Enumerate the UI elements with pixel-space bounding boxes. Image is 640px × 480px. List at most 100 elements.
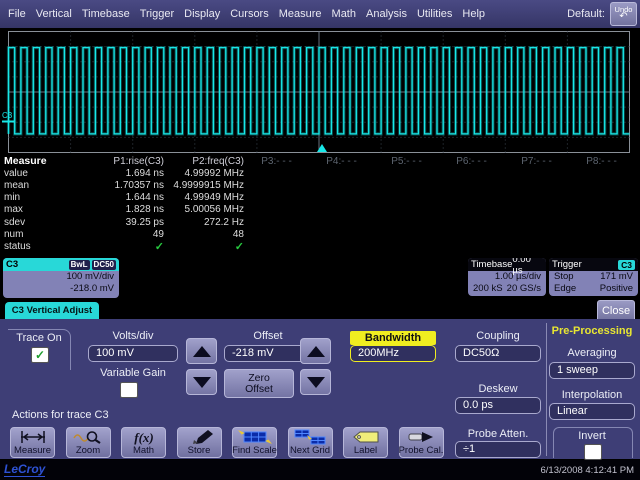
volts-div-label: Volts/div bbox=[88, 330, 178, 342]
deskew-field[interactable]: 0.0 ps bbox=[455, 397, 541, 414]
measure-row-min: min1.644 ns4.99949 MHz bbox=[4, 192, 636, 204]
probe-atten-field[interactable]: ÷1 bbox=[455, 441, 541, 458]
zoom-icon bbox=[73, 430, 103, 445]
menu-item-math[interactable]: Math bbox=[332, 8, 356, 20]
menu-item-help[interactable]: Help bbox=[462, 8, 485, 20]
menu-item-utilities[interactable]: Utilities bbox=[417, 8, 452, 20]
toolbar-button-math[interactable]: f(x)Math bbox=[121, 427, 166, 458]
toolbar-button-label[interactable]: Label bbox=[343, 427, 388, 458]
c3-trace[interactable] bbox=[9, 48, 630, 134]
measure-col-p2-header[interactable]: P2:freq(C3) bbox=[164, 156, 244, 167]
measure-row-label: max bbox=[4, 204, 60, 215]
toolbar-button-next-grid[interactable]: Next Grid bbox=[288, 427, 333, 458]
menu-item-analysis[interactable]: Analysis bbox=[366, 8, 407, 20]
menu-item-cursors[interactable]: Cursors bbox=[230, 8, 269, 20]
trace-on-label: Trace On bbox=[10, 332, 68, 344]
measure-col-p4-header[interactable]: P4:- - - bbox=[309, 156, 374, 167]
channel-name: C3 bbox=[6, 259, 18, 270]
toolbar-button-store[interactable]: Store bbox=[177, 427, 222, 458]
undo-icon: ↶ bbox=[619, 12, 627, 22]
svg-text:f(x): f(x) bbox=[134, 430, 154, 445]
tab-c3-vertical-adjust[interactable]: C3 Vertical Adjust bbox=[5, 302, 99, 319]
measure-row-label: min bbox=[4, 192, 60, 203]
variable-gain-checkbox[interactable] bbox=[120, 382, 138, 398]
channel-zero-marker-label: C3 bbox=[2, 111, 13, 120]
measure-p1-mean: 1.70357 ns bbox=[60, 180, 164, 191]
averaging-label: Averaging bbox=[549, 347, 635, 359]
volts-div-field[interactable]: 100 mV bbox=[88, 345, 178, 362]
volts-div-increase-button[interactable] bbox=[186, 338, 217, 364]
menu-item-display[interactable]: Display bbox=[184, 8, 220, 20]
menu-item-vertical[interactable]: Vertical bbox=[36, 8, 72, 20]
label-icon bbox=[351, 430, 381, 445]
waveform-display[interactable]: C3 bbox=[0, 28, 640, 155]
waveform-grid[interactable]: C3 bbox=[0, 28, 640, 155]
status-bar: LeCroy 6/13/2008 4:12:41 PM bbox=[0, 460, 640, 480]
up-arrow-icon bbox=[307, 346, 325, 357]
channel-c3-box[interactable]: C3 BwL DC50 100 mV/div -218.0 mV bbox=[3, 258, 119, 298]
trace-on-checkbox[interactable]: ✓ bbox=[31, 347, 49, 363]
probe-cal-icon bbox=[406, 430, 436, 445]
measure-col-p3-header[interactable]: P3:- - - bbox=[244, 156, 309, 167]
channel-volts-div: 100 mV/div bbox=[3, 271, 119, 283]
volts-div-decrease-button[interactable] bbox=[186, 369, 217, 395]
menu-item-file[interactable]: File bbox=[8, 8, 26, 20]
toolbar-button-label: Probe Cal. bbox=[399, 445, 444, 456]
measure-col-p6-header[interactable]: P6:- - - bbox=[439, 156, 504, 167]
next-grid-icon bbox=[292, 430, 328, 445]
bandwidth-limit-badge: BwL bbox=[69, 260, 90, 270]
probe-atten-label: Probe Atten. bbox=[455, 428, 541, 440]
menu-items: File Vertical Timebase Trigger Display Cursor… bbox=[0, 8, 485, 20]
measure-col-p5-header[interactable]: P5:- - - bbox=[374, 156, 439, 167]
toolbar-button-find-scale[interactable]: Find Scale bbox=[232, 427, 277, 458]
measure-row-sdev: sdev39.25 ps272.2 Hz bbox=[4, 216, 636, 228]
store-icon bbox=[184, 430, 214, 445]
measure-p1-num: 49 bbox=[60, 229, 164, 240]
timebase-box[interactable]: Timebase 0.00 µs 1.00 µs/div 200 kS20 GS… bbox=[468, 258, 546, 296]
measure-col-p1-header[interactable]: P1:rise(C3) bbox=[60, 156, 164, 167]
interpolation-label: Interpolation bbox=[549, 389, 635, 401]
timebase-header: Timebase 0.00 µs bbox=[468, 258, 546, 271]
toolbar-button-label: Next Grid bbox=[290, 445, 330, 456]
undo-button[interactable]: Undo ↶ bbox=[610, 2, 637, 26]
preprocessing-title: Pre-Processing bbox=[548, 325, 636, 337]
menu-item-measure[interactable]: Measure bbox=[279, 8, 322, 20]
measure-col-p8-header[interactable]: P8:- - - bbox=[569, 156, 634, 167]
measure-row-label: status bbox=[4, 241, 60, 252]
menu-item-trigger[interactable]: Trigger bbox=[140, 8, 174, 20]
coupling-field[interactable]: DC50Ω bbox=[455, 345, 541, 362]
measure-p1-status: ✓ bbox=[60, 240, 164, 253]
coupling-label: Coupling bbox=[455, 330, 541, 342]
menu-bar: File Vertical Timebase Trigger Display Cursor… bbox=[0, 0, 640, 28]
offset-decrease-button[interactable] bbox=[300, 369, 331, 395]
averaging-field[interactable]: 1 sweep bbox=[549, 362, 635, 379]
trigger-source-badge: C3 bbox=[618, 260, 635, 270]
measure-col-p7-header[interactable]: P7:- - - bbox=[504, 156, 569, 167]
menu-right: Default: Undo ↶ bbox=[567, 0, 637, 28]
trigger-type-slope: EdgePositive bbox=[549, 283, 638, 295]
menu-item-timebase[interactable]: Timebase bbox=[82, 8, 130, 20]
down-arrow-icon bbox=[307, 377, 325, 388]
measure-row-label: mean bbox=[4, 180, 60, 191]
timebase-samples: 200 kS20 GS/s bbox=[468, 283, 546, 295]
channel-offset: -218.0 mV bbox=[3, 283, 119, 295]
measure-p2-status: ✓ bbox=[164, 240, 244, 253]
offset-field[interactable]: -218 mV bbox=[224, 345, 312, 362]
check-icon: ✓ bbox=[35, 349, 45, 361]
zero-offset-button[interactable]: ZeroOffset bbox=[224, 369, 294, 398]
bandwidth-field[interactable]: 200MHz bbox=[350, 345, 436, 362]
offset-increase-button[interactable] bbox=[300, 338, 331, 364]
toolbar-button-label: Store bbox=[188, 445, 211, 456]
toolbar-button-zoom[interactable]: Zoom bbox=[66, 427, 111, 458]
coupling-badge: DC50 bbox=[92, 260, 116, 270]
toolbar-button-label: Math bbox=[133, 445, 154, 456]
invert-checkbox[interactable] bbox=[584, 444, 602, 460]
default-label: Default: bbox=[567, 8, 605, 20]
bandwidth-label: Bandwidth bbox=[350, 331, 436, 345]
toolbar-button-probe-cal-[interactable]: Probe Cal. bbox=[399, 427, 444, 458]
trigger-box[interactable]: Trigger C3 Stop171 mV EdgePositive bbox=[549, 258, 638, 296]
toolbar-button-measure[interactable]: Measure bbox=[10, 427, 55, 458]
measure-table-title: Measure bbox=[4, 155, 60, 167]
interpolation-field[interactable]: Linear bbox=[549, 403, 635, 420]
measure-p1-min: 1.644 ns bbox=[60, 192, 164, 203]
